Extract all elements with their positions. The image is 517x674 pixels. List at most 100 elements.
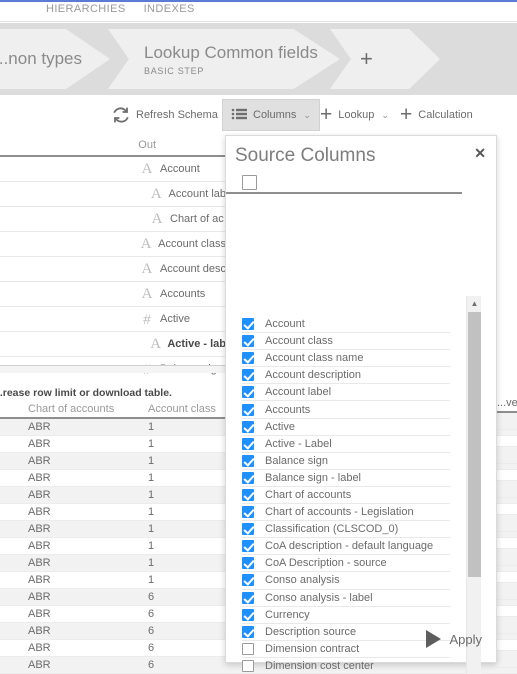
column-option-row[interactable]: Accounts: [242, 401, 450, 419]
column-checkbox[interactable]: [242, 506, 254, 519]
column-option-row[interactable]: Account: [242, 316, 450, 334]
columns-button[interactable]: Columns ⌄: [222, 99, 320, 131]
schema-row[interactable]: A Active - lab: [0, 332, 228, 357]
column-checkbox[interactable]: [242, 335, 254, 348]
column-option-row[interactable]: CoA description - default language: [242, 538, 450, 556]
column-checkbox[interactable]: [242, 659, 254, 672]
column-option-row[interactable]: Account label: [242, 384, 450, 402]
calculation-label: Calculation: [418, 109, 473, 121]
column-checkbox[interactable]: [242, 352, 254, 365]
scrollbar-thumb[interactable]: [468, 312, 481, 577]
nav-tabs: HIERARCHIES INDEXES: [0, 2, 517, 16]
table-cell: ABR: [28, 574, 51, 586]
column-checkbox[interactable]: [242, 642, 254, 655]
column-option-row[interactable]: Currency: [242, 607, 450, 624]
column-checkbox[interactable]: [242, 540, 254, 553]
column-option-row[interactable]: Balance sign - label: [242, 470, 450, 487]
column-option-row[interactable]: Account class: [242, 333, 450, 351]
calculation-button[interactable]: + Calculation: [392, 100, 481, 130]
tab-indexes[interactable]: INDEXES: [144, 2, 195, 16]
column-checkbox[interactable]: [242, 591, 254, 604]
apply-button[interactable]: Apply: [426, 630, 482, 648]
column-option-row[interactable]: Active - Label: [242, 436, 450, 453]
column-checkbox[interactable]: [242, 437, 254, 450]
column-checkbox[interactable]: [242, 454, 254, 467]
schema-row-content: A Account lab: [0, 186, 226, 203]
column-option-row[interactable]: Classification (CLSCOD_0): [242, 521, 450, 539]
schema-row-content: A Accounts: [0, 286, 226, 303]
column-checkbox[interactable]: [242, 369, 254, 382]
schema-field-label: Active: [160, 313, 190, 325]
column-checkbox[interactable]: [242, 625, 254, 638]
table-cell: ABR: [28, 438, 51, 450]
column-checkbox[interactable]: [242, 318, 254, 331]
select-all-row[interactable]: [226, 172, 462, 194]
schema-row[interactable]: A Account: [0, 157, 228, 182]
schema-header-out: Out: [138, 139, 156, 151]
schema-row[interactable]: A Accounts: [0, 282, 228, 307]
column-checkbox[interactable]: [242, 488, 254, 501]
table-row-sliver: [497, 651, 517, 668]
column-checkbox[interactable]: [242, 471, 254, 484]
select-all-checkbox[interactable]: [242, 174, 257, 190]
schema-row[interactable]: A Chart of ac: [0, 207, 228, 232]
column-option-label: Chart of accounts - Legislation: [265, 506, 414, 519]
table-cell: ABR: [28, 489, 51, 501]
column-option-row[interactable]: Account description: [242, 367, 450, 385]
column-option-row[interactable]: Active: [242, 419, 450, 436]
column-option-label: Account label: [265, 386, 332, 399]
table-cell: ABR: [28, 523, 51, 535]
column-option-label: Conso analysis - label: [265, 591, 373, 604]
header-chart-of-accounts[interactable]: Chart of accounts: [28, 403, 148, 415]
step-add-new[interactable]: +: [330, 29, 440, 89]
column-option-label: Dimension cost center: [265, 659, 374, 672]
column-option-label: Classification (CLSCOD_0): [265, 523, 399, 536]
schema-row-content: A Account class: [0, 236, 226, 253]
schema-row[interactable]: A Account desc: [0, 257, 228, 282]
column-option-row[interactable]: Conso analysis: [242, 572, 450, 590]
column-option-row[interactable]: CoA Description - source: [242, 555, 450, 573]
columns-option-list[interactable]: Account Account class Account class name Ac…: [242, 316, 450, 674]
column-option-row[interactable]: Description source: [242, 624, 450, 641]
table-cell: ABR: [28, 659, 51, 671]
column-checkbox[interactable]: [242, 386, 254, 399]
columns-icon: [231, 108, 247, 122]
text-type-icon: A: [141, 160, 153, 177]
schema-row[interactable]: # Active: [0, 307, 228, 332]
schema-horizontal-scrollbar[interactable]: [0, 365, 228, 373]
column-option-row[interactable]: Conso analysis - label: [242, 590, 450, 607]
column-option-row[interactable]: Chart of accounts - Legislation: [242, 504, 450, 522]
refresh-schema-button[interactable]: Refresh Schema: [104, 100, 226, 130]
schema-field-label: Account: [160, 163, 200, 175]
column-option-row[interactable]: Account class name: [242, 350, 450, 368]
text-type-icon: A: [140, 235, 152, 252]
schema-row-content: A Account: [0, 161, 226, 178]
source-columns-panel: Source Columns ✕ Account Account class Acc…: [225, 135, 497, 674]
column-checkbox[interactable]: [242, 608, 254, 621]
table-cell: ABR: [28, 455, 51, 467]
close-icon[interactable]: ✕: [474, 146, 486, 160]
scroll-up-icon[interactable]: ▲: [467, 296, 482, 311]
step-lookup-common-fields[interactable]: Lookup Common fields BASIC STEP: [108, 29, 340, 89]
column-option-label: Active: [265, 420, 295, 433]
table-cell: ABR: [28, 591, 51, 603]
column-option-row[interactable]: Balance sign: [242, 453, 450, 470]
schema-row[interactable]: A Account class: [0, 232, 228, 257]
tab-hierarchies[interactable]: HIERARCHIES: [46, 2, 126, 16]
column-checkbox[interactable]: [242, 403, 254, 416]
lookup-button[interactable]: + Lookup ⌄: [312, 100, 397, 130]
column-checkbox[interactable]: [242, 557, 254, 570]
column-option-row[interactable]: Dimension contract: [242, 641, 450, 658]
step-common-types[interactable]: ...non types: [0, 29, 110, 89]
column-checkbox[interactable]: [242, 574, 254, 587]
panel-scrollbar[interactable]: ▲ ▼: [466, 296, 481, 674]
column-checkbox[interactable]: [242, 523, 254, 536]
column-option-row[interactable]: Chart of accounts: [242, 487, 450, 505]
app-root: HIERARCHIES INDEXES ...non types Lookup …: [0, 0, 517, 674]
table-row-sliver: [497, 481, 517, 498]
right-column-rows: [497, 413, 517, 674]
schema-row[interactable]: A Account lab: [0, 182, 228, 207]
column-checkbox[interactable]: [242, 420, 254, 433]
column-option-row[interactable]: Dimension cost center: [242, 658, 450, 674]
column-option-label: Conso analysis: [265, 574, 340, 587]
